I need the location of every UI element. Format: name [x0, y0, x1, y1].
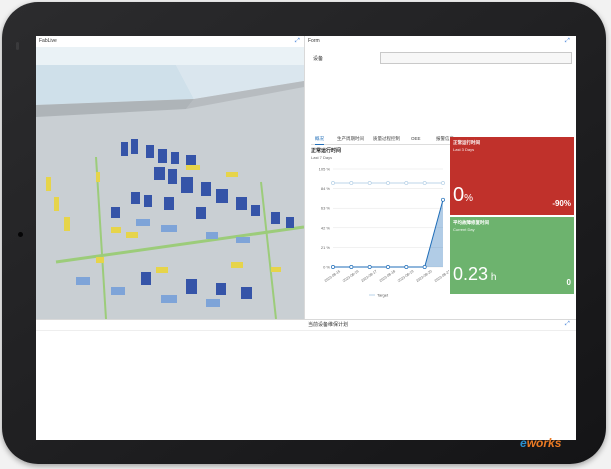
uptime-point: [386, 265, 390, 269]
x-tick-label: 2023-08-16: [342, 269, 359, 283]
watermark-logo: eworks: [520, 436, 561, 450]
uptime-chart-title: 正常运行时间: [311, 148, 342, 154]
kpi-uptime-value-wrap: 0%: [453, 185, 473, 209]
form-title: Form: [308, 38, 320, 44]
maintenance-expand-icon[interactable]: ⤢: [565, 321, 571, 327]
kpi-repair-delta: 0: [566, 278, 571, 287]
tab-cycle-time[interactable]: 生产周期时间: [337, 133, 364, 144]
uptime-chart-panel: 正常运行时间 Last 7 Days 0 % 21 % 42 % 63 % 84 % 10…: [311, 147, 449, 303]
y-tick-label: 0 %: [323, 265, 330, 270]
watermark-prefix: e: [520, 436, 527, 450]
factory-3d-view[interactable]: [36, 47, 304, 319]
form-expand-icon[interactable]: ⤢: [565, 38, 571, 44]
y-tick-label: 105 %: [319, 167, 331, 172]
device-select[interactable]: [380, 52, 572, 64]
factory-scene: [36, 65, 304, 319]
uptime-point: [422, 265, 427, 269]
device-label: 设备: [313, 56, 324, 62]
uptime-point: [349, 265, 354, 269]
kpi-uptime-value: 0: [453, 184, 465, 206]
watermark-suffix: works: [526, 436, 562, 450]
target-point: [349, 181, 354, 185]
fablive-title: FabLive: [39, 38, 57, 44]
maintenance-title: 当前设备维保计划: [308, 322, 349, 328]
target-point: [441, 181, 445, 185]
x-tick-label: 2023-08-15: [324, 269, 341, 283]
app-screen: FabLive ⤢ Form ⤢ 设备 概况 生产周期时间 质量过程控制 OEE…: [36, 36, 576, 440]
y-tick-label: 42 %: [321, 225, 331, 230]
tablet-button: [16, 42, 19, 50]
tab-oee[interactable]: OEE: [411, 133, 421, 144]
tab-overview[interactable]: 概况: [315, 133, 324, 145]
kpi-uptime-title: 正常运行时间: [453, 140, 480, 145]
uptime-chart: 0 %21 %42 %63 %84 %105 %2023-08-15 2023-0…: [319, 167, 449, 298]
kpi-repair-subtitle: Current Day: [453, 227, 475, 232]
kpi-uptime-delta: -90%: [552, 199, 571, 208]
x-tick-label: 2023-08-21: [434, 269, 449, 283]
target-point: [367, 181, 372, 185]
target-point: [404, 181, 409, 185]
y-tick-label: 63 %: [321, 206, 331, 211]
kpi-repair-value: 0.23: [453, 264, 489, 284]
x-tick-label: 2023-08-17: [360, 269, 377, 283]
kpi-repair-title: 平均故障修复时间: [453, 220, 489, 225]
uptime-point: [441, 197, 445, 202]
uptime-chart-subtitle: Last 7 Days: [311, 155, 333, 160]
target-point: [386, 181, 390, 185]
target-point: [422, 181, 427, 185]
x-tick-label: 2023-08-19: [397, 269, 414, 283]
form-panel: 设备 概况 生产周期时间 质量过程控制 OEE 报警信息 正常运行时间 Last…: [304, 47, 576, 319]
uptime-point: [331, 265, 335, 269]
fablive-panel-header: FabLive: [36, 36, 304, 47]
x-tick-label: 2023-08-18: [379, 269, 396, 283]
target-point: [331, 181, 335, 185]
kpi-repair-value-wrap: 0.23 h: [453, 264, 496, 288]
kpi-uptime-card: 正常运行时间 Last 3 Days 0% -90%: [450, 137, 574, 215]
uptime-area: [333, 199, 443, 267]
y-tick-label: 84 %: [321, 186, 331, 191]
kpi-uptime-unit: %: [464, 193, 474, 204]
form-panel-header: Form: [304, 36, 576, 47]
maintenance-panel-header: 当前设备维保计划 ⤢: [36, 319, 576, 331]
uptime-point: [404, 265, 409, 269]
kpi-repair-card: 平均故障修复时间 Current Day 0.23 h 0: [450, 217, 574, 294]
tab-quality-control[interactable]: 质量过程控制: [373, 133, 400, 144]
x-tick-label: 2023-08-20: [415, 269, 432, 283]
kpi-uptime-subtitle: Last 3 Days: [453, 147, 475, 152]
legend-target-label: Target: [377, 293, 389, 298]
fablive-expand-icon[interactable]: ⤢: [295, 38, 301, 44]
kpi-repair-unit: h: [488, 272, 497, 283]
y-tick-label: 21 %: [321, 245, 331, 250]
front-camera: [18, 232, 23, 237]
uptime-point: [367, 265, 372, 269]
uptime-line: [333, 199, 444, 268]
